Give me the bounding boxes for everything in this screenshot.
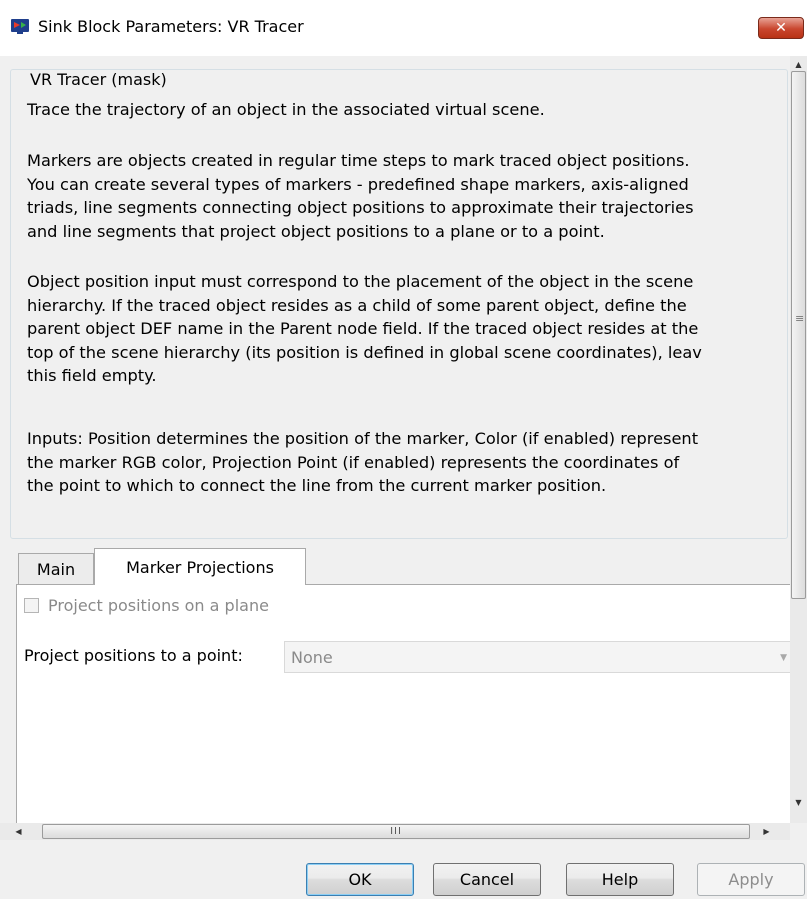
scrollbar-corner <box>790 823 807 840</box>
description-inputs: Inputs: Position determines the position… <box>27 429 699 495</box>
scroll-left-arrow-icon[interactable]: ◀ <box>10 823 27 840</box>
description-position-input: Object position input must correspond to… <box>27 272 702 385</box>
project-to-point-dropdown[interactable]: None ▼ <box>284 641 790 673</box>
window-title: Sink Block Parameters: VR Tracer <box>38 17 304 36</box>
parameters-scroll-area: VR Tracer (mask) Trace the trajectory of… <box>0 56 790 823</box>
scroll-down-arrow-icon[interactable]: ▼ <box>790 794 807 811</box>
horizontal-scrollbar[interactable]: ◀ III ▶ <box>0 823 790 840</box>
cancel-button-label: Cancel <box>459 870 515 889</box>
tab-main[interactable]: Main <box>18 553 94 584</box>
tab-marker-projections-label: Marker Projections <box>126 557 274 577</box>
apply-button-label: Apply <box>728 870 774 889</box>
ok-button-label: OK <box>348 870 372 889</box>
help-button-label: Help <box>601 870 639 889</box>
ok-button[interactable]: OK <box>306 863 414 896</box>
vertical-scroll-thumb[interactable]: ≡ <box>791 71 806 599</box>
tab-marker-projections[interactable]: Marker Projections <box>94 548 306 585</box>
help-button[interactable]: Help <box>566 863 674 896</box>
project-on-plane-checkbox[interactable] <box>24 598 39 613</box>
title-bar[interactable]: Sink Block Parameters: VR Tracer ✕ <box>0 0 807 56</box>
block-parameters-dialog: Sink Block Parameters: VR Tracer ✕ VR Tr… <box>0 0 807 899</box>
tab-main-label: Main <box>36 559 76 579</box>
grip-icon: III <box>390 826 402 837</box>
grip-icon: ≡ <box>795 312 805 325</box>
horizontal-scroll-thumb[interactable]: III <box>42 824 750 839</box>
vertical-scrollbar[interactable]: ▲ ≡ ▼ <box>790 56 807 823</box>
project-to-point-label: Project positions to a point: <box>24 646 243 665</box>
project-on-plane-label: Project positions on a plane <box>48 596 269 615</box>
close-button[interactable]: ✕ <box>758 17 804 39</box>
apply-button[interactable]: Apply <box>697 863 805 896</box>
scroll-right-arrow-icon[interactable]: ▶ <box>758 823 775 840</box>
project-to-point-value: None <box>291 647 333 667</box>
description-markers: Markers are objects created in regular t… <box>27 151 694 241</box>
project-on-plane-row: Project positions on a plane <box>24 596 269 615</box>
cancel-button[interactable]: Cancel <box>433 863 541 896</box>
marker-projections-panel <box>16 584 790 823</box>
simulink-block-icon <box>11 19 29 34</box>
close-icon: ✕ <box>775 20 787 36</box>
group-title: VR Tracer (mask) <box>27 70 170 89</box>
dropdown-arrow-icon: ▼ <box>780 653 787 663</box>
description-intro: Trace the trajectory of an object in the… <box>27 100 545 119</box>
